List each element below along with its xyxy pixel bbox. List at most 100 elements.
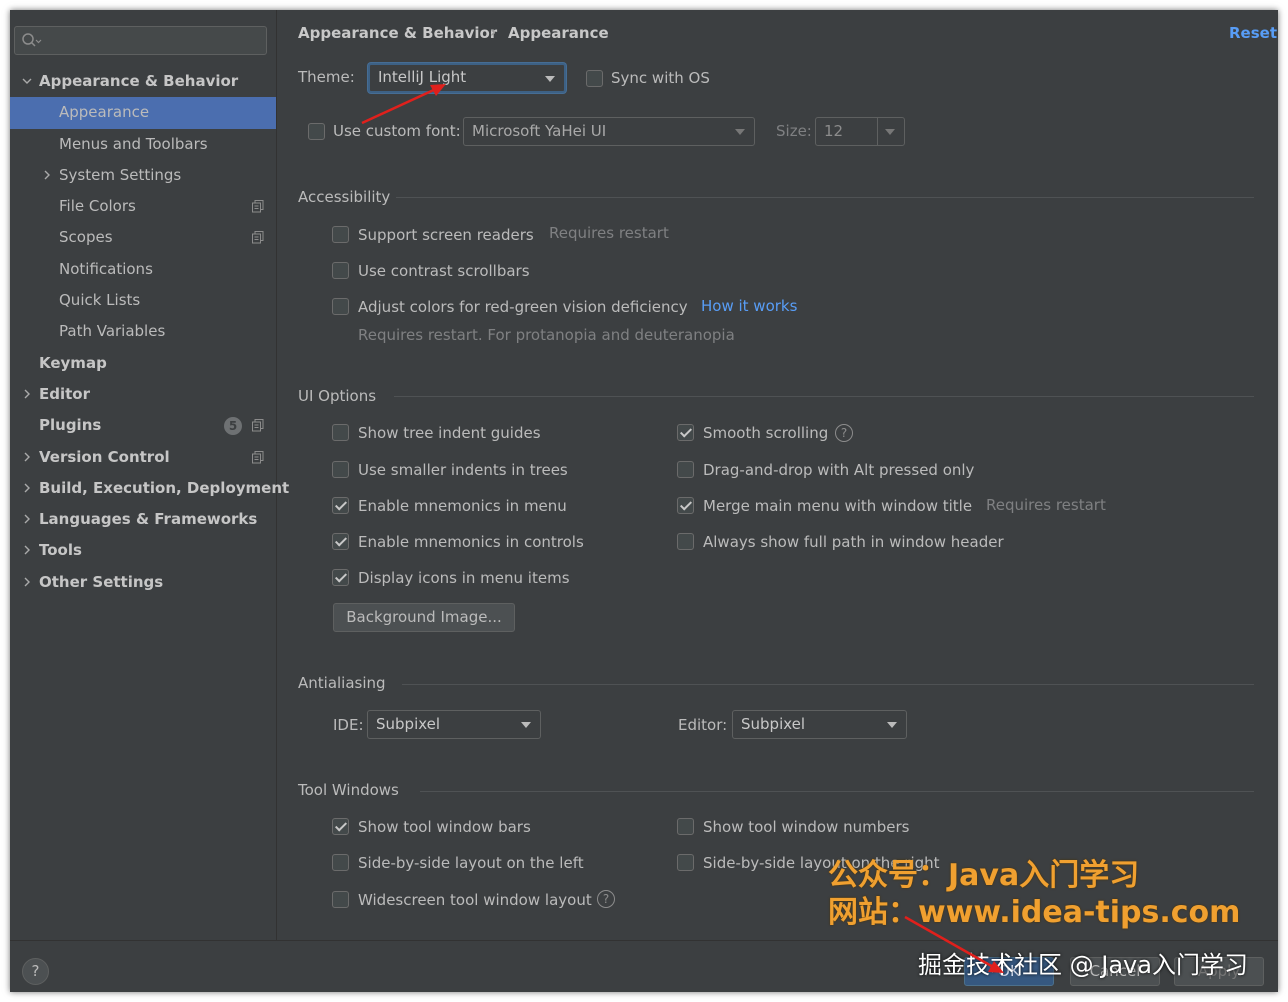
theme-dropdown[interactable]: IntelliJ Light (368, 63, 566, 93)
drag-and-drop-with-alt-pressed-only-label: Drag-and-drop with Alt pressed only (703, 461, 975, 479)
help-button[interactable]: ? (22, 958, 49, 985)
antialiasing-title: Antialiasing (298, 674, 386, 692)
enable-mnemonics-in-menu-label: Enable mnemonics in menu (358, 497, 567, 515)
sidebar-item-languages-frameworks[interactable]: Languages & Frameworks (10, 504, 276, 535)
smooth-scrolling-checkbox[interactable] (677, 424, 694, 441)
sidebar-item-label: Menus and Toolbars (59, 134, 208, 153)
widescreen-help-icon[interactable]: ? (597, 890, 615, 908)
sync-with-os-checkbox[interactable] (586, 70, 603, 87)
sidebar-item-appearance-behavior[interactable]: Appearance & Behavior (10, 66, 276, 97)
combo-separator (877, 118, 878, 145)
show-tree-indent-guides-checkbox[interactable] (332, 424, 349, 441)
smooth-scrolling-help-icon[interactable]: ? (835, 424, 853, 442)
tool-windows-title: Tool Windows (298, 781, 399, 799)
sidebar-item-label: Version Control (39, 447, 170, 466)
project-level-icon (252, 419, 264, 432)
accessibility-title: Accessibility (298, 188, 391, 206)
contrast-scrollbars-label: Use contrast scrollbars (358, 262, 530, 280)
ide-antialiasing-dropdown[interactable]: Subpixel (367, 710, 541, 739)
sidebar-item-notifications[interactable]: Notifications (10, 254, 276, 285)
editor-antialiasing-label: Editor: (678, 716, 728, 734)
sidebar-item-appearance[interactable]: Appearance (10, 97, 276, 129)
chevron-right-icon[interactable] (41, 169, 53, 181)
chevron-right-icon[interactable] (21, 388, 33, 400)
smooth-scrolling-label: Smooth scrolling (703, 424, 829, 442)
section-divider (420, 791, 1254, 792)
sidebar-item-label: Appearance (59, 103, 150, 122)
show-tool-window-bars-label: Show tool window bars (358, 818, 531, 836)
background-image-button[interactable]: Background Image... (333, 603, 515, 632)
chevron-down-icon (545, 76, 555, 82)
section-divider (396, 197, 1254, 198)
settings-content: Appearance & Behavior › Appearance Reset… (278, 10, 1278, 940)
font-size-combo[interactable]: 12 (815, 117, 905, 146)
merge-main-menu-with-window-title-checkbox[interactable] (677, 497, 694, 514)
sidebar-item-other-settings[interactable]: Other Settings (10, 567, 276, 598)
always-show-full-path-in-window-header-checkbox[interactable] (677, 533, 694, 550)
show-tool-window-bars-checkbox[interactable] (332, 818, 349, 835)
search-input[interactable] (14, 26, 267, 55)
sidebar-item-label: Keymap (39, 353, 107, 372)
side-by-side-right-checkbox[interactable] (677, 854, 694, 871)
breadcrumb-parent[interactable]: Appearance & Behavior (298, 24, 497, 42)
enable-mnemonics-in-controls-checkbox[interactable] (332, 533, 349, 550)
sidebar-item-build-execution-deployment[interactable]: Build, Execution, Deployment (10, 473, 289, 504)
sync-with-os-label: Sync with OS (611, 69, 710, 87)
contrast-scrollbars-checkbox[interactable] (332, 262, 349, 279)
sidebar-item-path-variables[interactable]: Path Variables (10, 316, 276, 347)
sidebar-item-label: Editor (39, 384, 90, 403)
chevron-right-icon[interactable] (21, 576, 33, 588)
section-divider (394, 396, 1254, 397)
adjust-colors-note: Requires restart. For protanopia and deu… (358, 326, 735, 344)
use-smaller-indents-in-trees-checkbox[interactable] (332, 461, 349, 478)
chevron-right-icon[interactable] (21, 544, 33, 556)
drag-and-drop-with-alt-pressed-only-checkbox[interactable] (677, 461, 694, 478)
show-tool-window-numbers-checkbox[interactable] (677, 818, 694, 835)
sidebar-item-label: Build, Execution, Deployment (39, 478, 290, 497)
always-show-full-path-in-window-header-label: Always show full path in window header (703, 533, 1004, 551)
chevron-down-icon[interactable] (21, 75, 33, 87)
display-icons-in-menu-items-label: Display icons in menu items (358, 569, 570, 587)
sidebar-item-tools[interactable]: Tools (10, 535, 276, 566)
sidebar-item-keymap[interactable]: Keymap (10, 348, 276, 379)
breadcrumb-separator: › (490, 23, 497, 41)
custom-font-checkbox[interactable] (308, 123, 325, 140)
reset-link[interactable]: Reset (1229, 24, 1277, 42)
theme-label: Theme: (298, 68, 355, 86)
settings-window: Appearance & Behavior Appearance Menus and… (10, 10, 1278, 992)
project-level-icon (252, 200, 264, 213)
custom-font-label: Use custom font: (333, 122, 461, 140)
editor-antialiasing-dropdown[interactable]: Subpixel (732, 710, 907, 739)
merge-main-menu-with-window-title-label: Merge main menu with window title (703, 497, 973, 515)
enable-mnemonics-in-controls-label: Enable mnemonics in controls (358, 533, 584, 551)
side-by-side-left-checkbox[interactable] (332, 854, 349, 871)
sidebar-item-editor[interactable]: Editor (10, 379, 276, 410)
screen-readers-checkbox[interactable] (332, 226, 349, 243)
sidebar-item-version-control[interactable]: Version Control (10, 442, 276, 473)
ide-antialiasing-value: Subpixel (376, 715, 441, 733)
sidebar-item-label: File Colors (59, 197, 136, 216)
font-dropdown[interactable]: Microsoft YaHei UI (463, 117, 755, 146)
sidebar-item-scopes[interactable]: Scopes (10, 222, 276, 253)
adjust-colors-checkbox[interactable] (332, 298, 349, 315)
merge-menu-note: Requires restart (986, 496, 1106, 514)
display-icons-in-menu-items-checkbox[interactable] (332, 569, 349, 586)
how-it-works-link[interactable]: How it works (701, 297, 797, 315)
section-divider (402, 684, 1254, 685)
search-icon (22, 33, 42, 47)
widescreen-layout-checkbox[interactable] (332, 891, 349, 908)
sidebar-item-plugins[interactable]: Plugins 5 (10, 410, 276, 441)
chevron-right-icon[interactable] (21, 513, 33, 525)
watermark-line-2: 网站：www.idea-tips.com (828, 895, 1241, 930)
sidebar-item-system-settings[interactable]: System Settings (10, 160, 276, 191)
chevron-right-icon[interactable] (21, 451, 33, 463)
sidebar-item-file-colors[interactable]: File Colors (10, 191, 276, 222)
enable-mnemonics-in-menu-checkbox[interactable] (332, 497, 349, 514)
sidebar-item-quick-lists[interactable]: Quick Lists (10, 285, 276, 316)
show-tool-window-numbers-label: Show tool window numbers (703, 818, 910, 836)
font-size-value: 12 (824, 122, 844, 140)
chevron-down-icon (735, 129, 745, 135)
sidebar-item-label: Other Settings (39, 572, 164, 591)
sidebar-item-menus-and-toolbars[interactable]: Menus and Toolbars (10, 129, 276, 160)
chevron-right-icon[interactable] (21, 482, 33, 494)
